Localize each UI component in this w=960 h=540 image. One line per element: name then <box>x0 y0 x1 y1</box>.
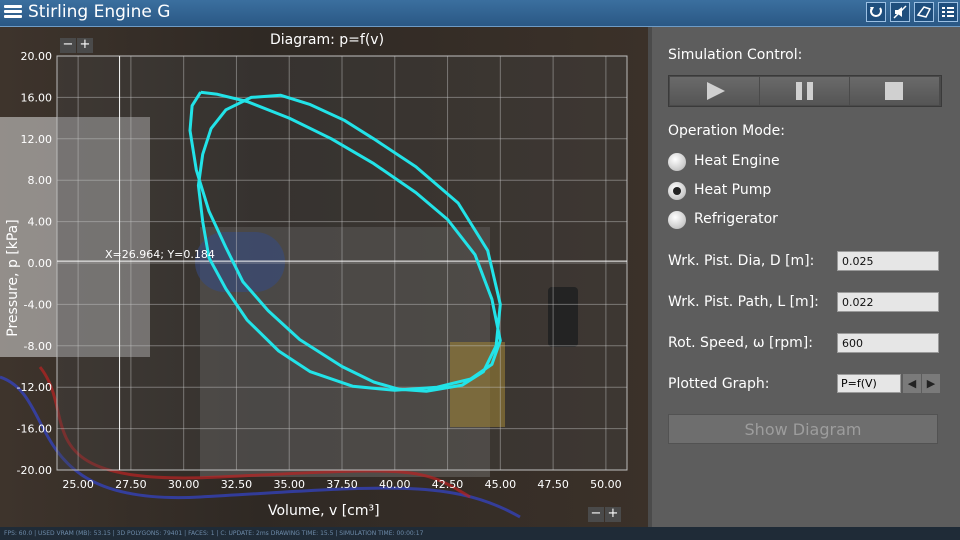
radio-heat-engine-label: Heat Engine <box>694 153 780 169</box>
radio-heat-pump-label: Heat Pump <box>694 182 772 198</box>
settings-list-icon[interactable] <box>938 2 958 22</box>
y-tick-label: -8.00 <box>24 340 52 353</box>
y-tick-label: 12.00 <box>21 133 53 146</box>
cursor-readout: X=26.964; Y=0.184 <box>105 248 215 261</box>
next-graph-button[interactable]: ▶ <box>922 374 940 393</box>
y-tick-label: -12.00 <box>17 381 52 394</box>
piston-diameter-input[interactable]: 0.025 <box>837 251 939 271</box>
x-tick-label: 32.50 <box>221 478 253 491</box>
operation-mode-label: Operation Mode: <box>668 123 785 139</box>
perspective-icon[interactable] <box>914 2 934 22</box>
zoom-out-button[interactable]: − <box>588 507 604 522</box>
x-axis-label: Volume, v [cm³] <box>268 503 380 519</box>
plotted-graph-select[interactable]: P=f(V) <box>837 374 901 393</box>
piston-path-input[interactable]: 0.022 <box>837 292 939 312</box>
control-panel: Simulation Control: Operation Mode: Heat… <box>648 27 960 527</box>
x-tick-label: 30.00 <box>168 478 200 491</box>
zoom-controls-bottom: − + <box>588 502 622 522</box>
x-tick-label: 47.50 <box>537 478 569 491</box>
simulation-control-label: Simulation Control: <box>668 47 803 63</box>
pause-button[interactable] <box>760 77 849 105</box>
x-tick-label: 25.00 <box>62 478 94 491</box>
chevron-right-icon: ▶ <box>926 377 936 390</box>
mute-icon[interactable] <box>890 2 910 22</box>
x-tick-label: 37.50 <box>326 478 358 491</box>
chart-title: Diagram: p=f(v) <box>270 32 385 48</box>
y-tick-label: -4.00 <box>24 298 52 311</box>
radio-heat-engine[interactable] <box>668 153 686 171</box>
rot-speed-label: Rot. Speed, ω [rpm]: <box>668 335 813 351</box>
chevron-left-icon: ◀ <box>907 377 917 390</box>
radio-refrigerator[interactable] <box>668 211 686 229</box>
simulation-buttons <box>668 75 942 107</box>
refresh-icon[interactable] <box>866 2 886 22</box>
y-axis-label: Pressure, p [kPa] <box>5 219 21 337</box>
status-text: FPS: 60.0 | USED VRAM (MB): 53.15 | 3D P… <box>4 530 424 537</box>
zoom-in-button[interactable]: + <box>77 38 93 53</box>
plotted-graph-label: Plotted Graph: <box>668 376 770 392</box>
pv-diagram-plot[interactable]: 25.00 27.50 30.00 32.50 35.00 37.50 40.00 42.50… <box>0 0 648 527</box>
pause-icon <box>796 82 813 100</box>
y-tick-label: 4.00 <box>28 216 53 229</box>
play-button[interactable] <box>670 77 759 105</box>
x-tick-label: 45.00 <box>485 478 517 491</box>
y-tick-label: 0.00 <box>28 257 53 270</box>
x-tick-label: 50.00 <box>590 478 622 491</box>
x-tick-label: 40.00 <box>379 478 411 491</box>
x-tick-label: 35.00 <box>273 478 305 491</box>
piston-diameter-label: Wrk. Pist. Dia, D [m]: <box>668 253 815 269</box>
prev-graph-button[interactable]: ◀ <box>903 374 921 393</box>
rot-speed-input[interactable]: 600 <box>837 333 939 353</box>
play-icon <box>707 82 725 100</box>
y-tick-label: 8.00 <box>28 174 53 187</box>
stop-button[interactable] <box>850 77 939 105</box>
zoom-controls-top: − + <box>60 33 94 53</box>
show-diagram-button[interactable]: Show Diagram <box>668 414 938 444</box>
y-tick-label: -20.00 <box>17 464 52 477</box>
zoom-in-button[interactable]: + <box>605 507 621 522</box>
y-tick-label: 20.00 <box>21 50 53 63</box>
stop-icon <box>885 82 903 100</box>
y-tick-label: -16.00 <box>17 423 52 436</box>
radio-refrigerator-label: Refrigerator <box>694 211 778 227</box>
piston-path-label: Wrk. Pist. Path, L [m]: <box>668 294 819 310</box>
x-tick-label: 42.50 <box>432 478 464 491</box>
radio-heat-pump[interactable] <box>668 182 686 200</box>
y-tick-label: 16.00 <box>21 91 53 104</box>
x-tick-label: 27.50 <box>115 478 147 491</box>
zoom-out-button[interactable]: − <box>60 38 76 53</box>
